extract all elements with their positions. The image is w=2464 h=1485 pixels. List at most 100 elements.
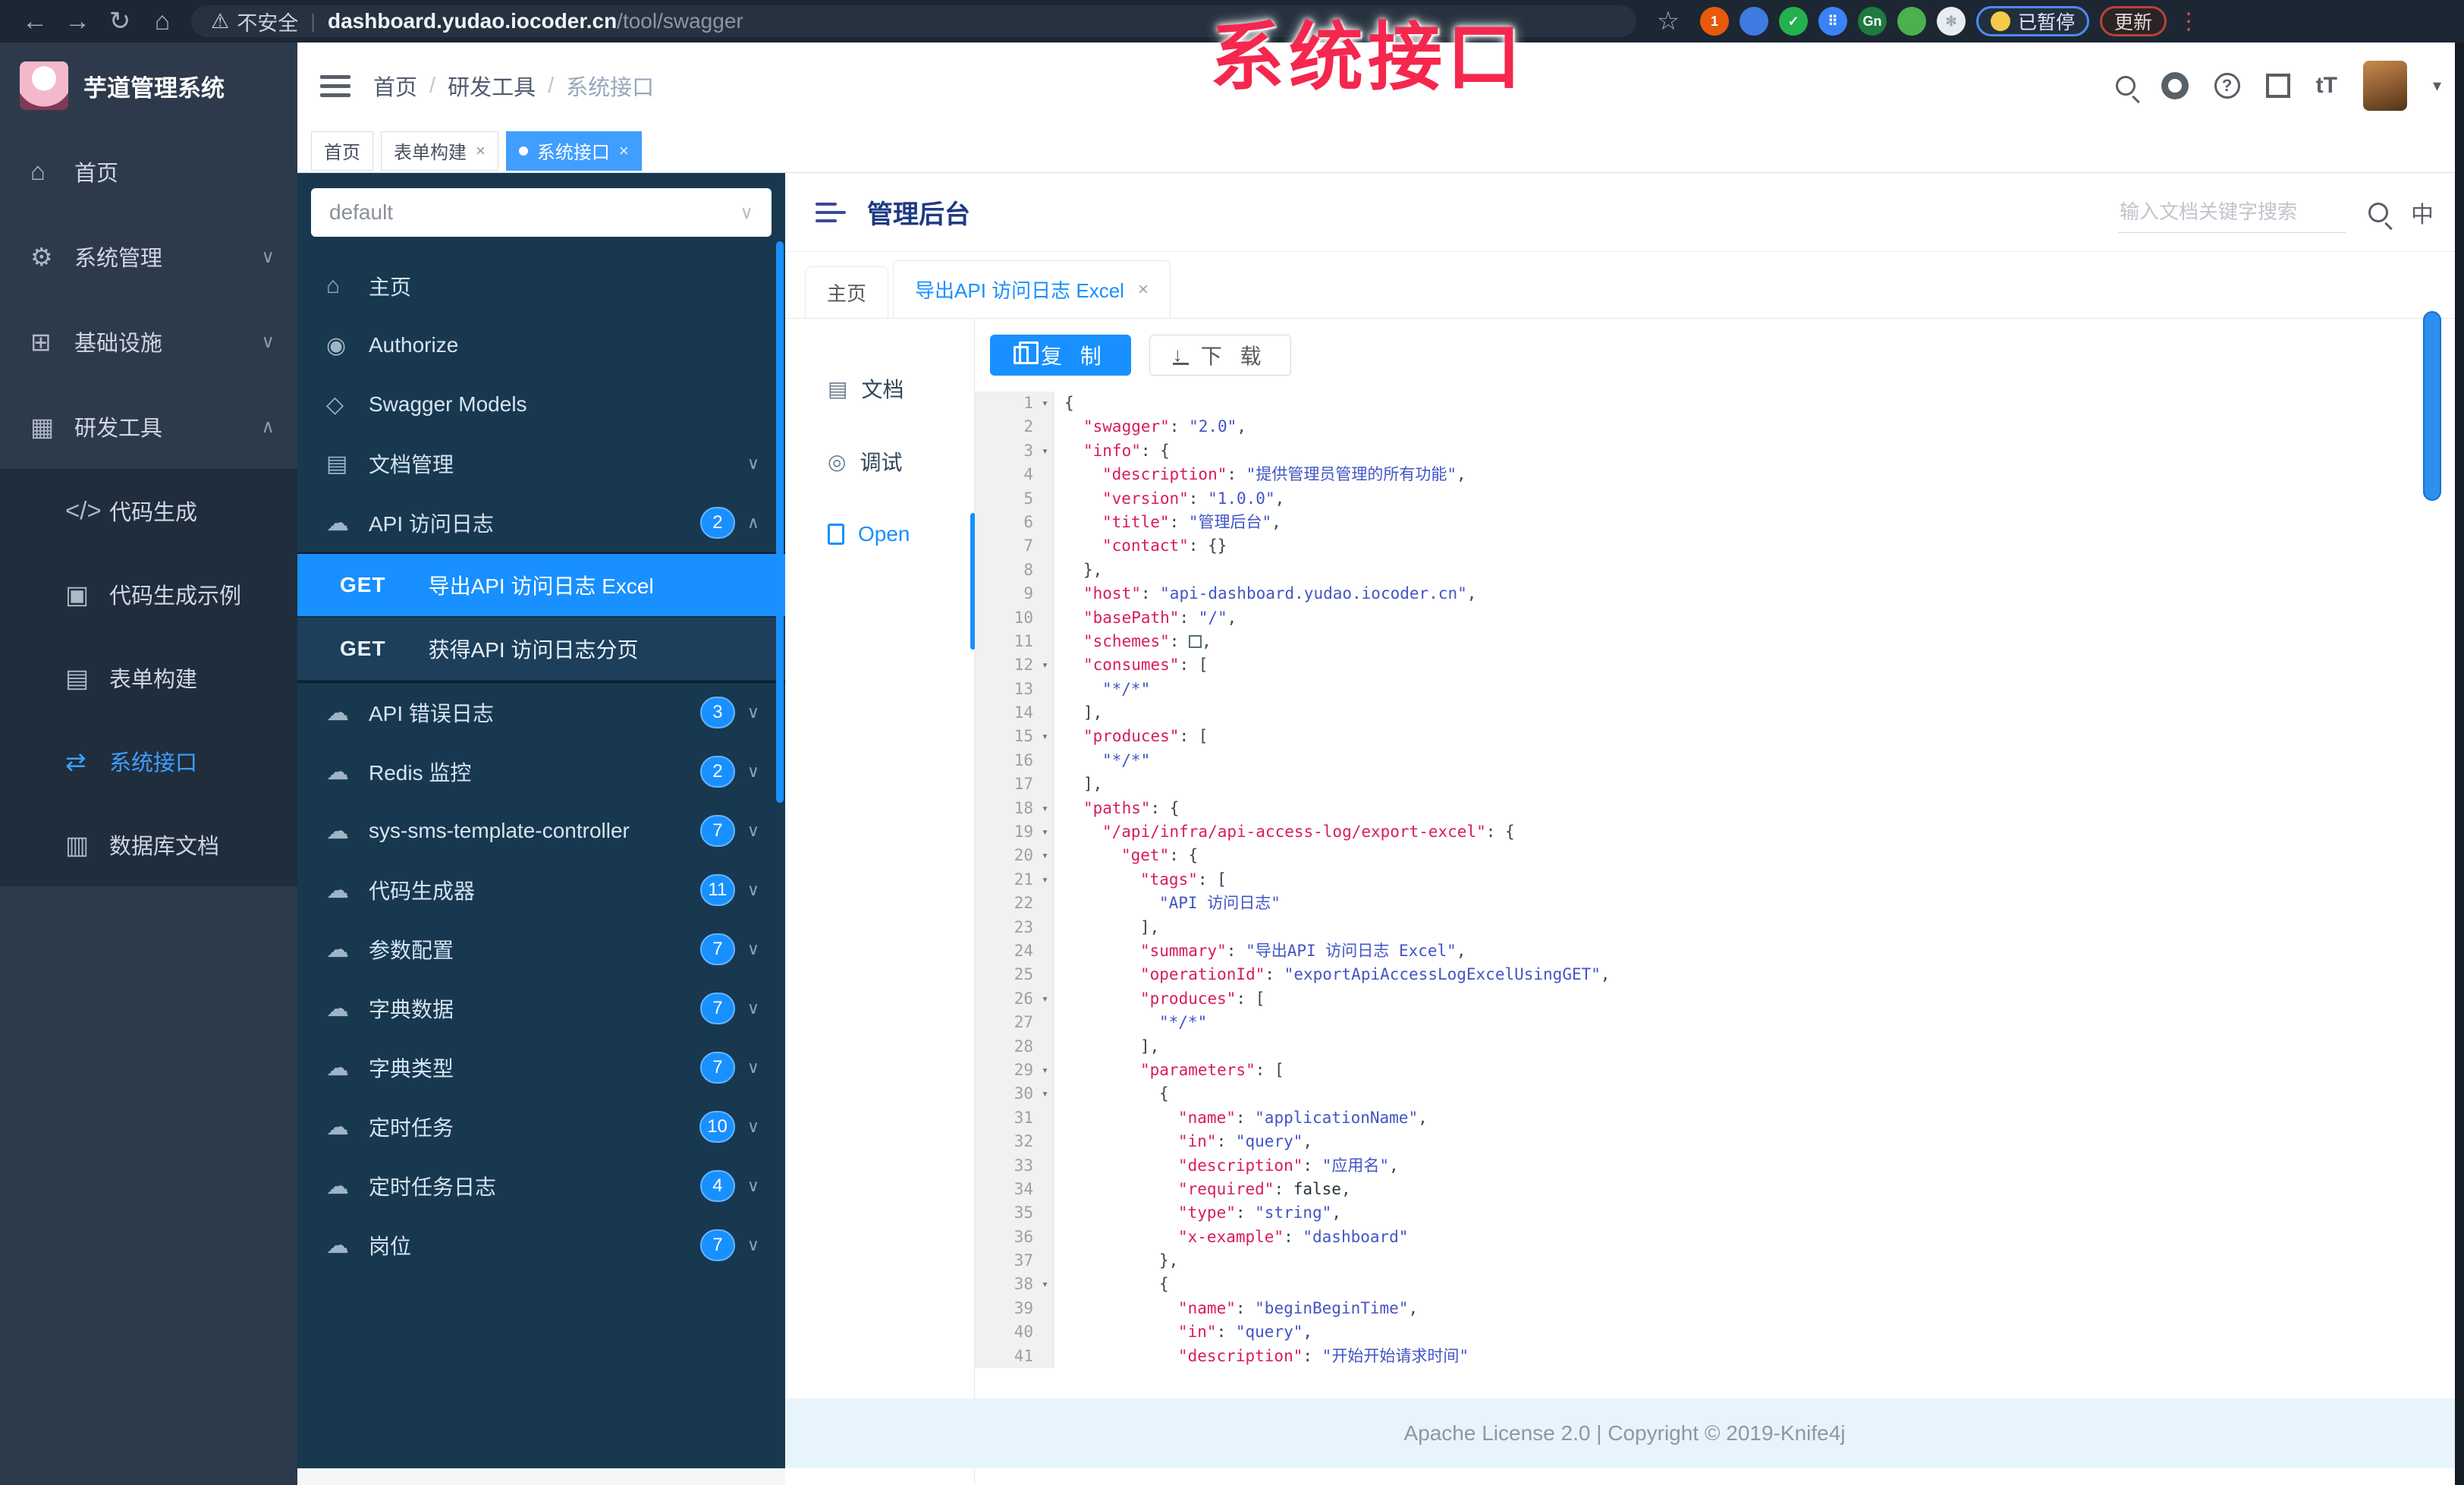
- swagger-menu-item[interactable]: ☁ 代码生成器 11 ∨: [297, 860, 785, 920]
- swagger-menu-item[interactable]: ☁ sys-sms-template-controller 7 ∨: [297, 801, 785, 860]
- menu-collapse-icon[interactable]: [816, 202, 846, 223]
- reload-icon[interactable]: ↻: [99, 6, 141, 36]
- swagger-menu-item[interactable]: ☁ API 访问日志 2 ∧: [297, 493, 785, 552]
- fold-icon[interactable]: ▾: [1042, 844, 1048, 867]
- sidebar-subitem[interactable]: </> 代码生成: [0, 469, 297, 552]
- copy-button[interactable]: 复 制: [990, 335, 1131, 376]
- side-tab-open[interactable]: Open: [785, 498, 974, 571]
- line-number[interactable]: 39: [975, 1296, 1054, 1321]
- line-number[interactable]: 12 ▾: [975, 653, 1054, 678]
- line-number[interactable]: 40: [975, 1320, 1054, 1345]
- line-number[interactable]: 4: [975, 463, 1054, 487]
- search-icon[interactable]: [2115, 76, 2136, 96]
- line-number[interactable]: 38 ▾: [975, 1273, 1054, 1297]
- line-number[interactable]: 1 ▾: [975, 392, 1054, 416]
- line-number[interactable]: 27: [975, 1011, 1054, 1035]
- line-number[interactable]: 34: [975, 1177, 1054, 1202]
- security-label[interactable]: 不安全: [237, 7, 298, 36]
- api-endpoint-item[interactable]: GET 获得API 访问日志分页: [297, 618, 785, 681]
- forward-icon[interactable]: →: [56, 7, 99, 36]
- line-number[interactable]: 18 ▾: [975, 796, 1054, 821]
- user-avatar[interactable]: [2362, 61, 2407, 111]
- tab-close-icon[interactable]: ×: [1138, 279, 1149, 300]
- api-group-select[interactable]: default ∨: [311, 188, 772, 237]
- fold-icon[interactable]: ▾: [1042, 820, 1048, 844]
- line-number[interactable]: 22: [975, 892, 1054, 916]
- breadcrumb-item[interactable]: 首页: [373, 70, 417, 102]
- address-bar[interactable]: ⚠ 不安全 | dashboard.yudao.iocoder.cn /tool…: [191, 5, 1636, 37]
- fold-icon[interactable]: ▾: [1042, 1082, 1048, 1106]
- line-number[interactable]: 10: [975, 606, 1054, 630]
- line-number[interactable]: 30 ▾: [975, 1082, 1054, 1106]
- browser-menu-icon[interactable]: ⋮: [2177, 8, 2200, 35]
- line-number[interactable]: 35: [975, 1201, 1054, 1225]
- side-tab-文档[interactable]: ▤ 文档: [785, 352, 974, 425]
- api-endpoint-item[interactable]: GET 导出API 访问日志 Excel: [297, 554, 785, 618]
- line-number[interactable]: 14: [975, 701, 1054, 725]
- line-number[interactable]: 19 ▾: [975, 820, 1054, 845]
- extension-icon-5[interactable]: Gn: [1858, 7, 1887, 36]
- line-number[interactable]: 15 ▾: [975, 725, 1054, 749]
- home-icon[interactable]: ⌂: [141, 7, 184, 36]
- line-number[interactable]: 13: [975, 677, 1054, 702]
- sidebar-subitem[interactable]: ▤ 表单构建: [0, 636, 297, 719]
- line-number[interactable]: 25: [975, 963, 1054, 987]
- line-number[interactable]: 36: [975, 1225, 1054, 1250]
- extension-icon-3[interactable]: ✓: [1779, 7, 1808, 36]
- sidebar-scrollbar-thumb[interactable]: [776, 241, 784, 803]
- line-number[interactable]: 21 ▾: [975, 867, 1054, 892]
- sidebar-subitem[interactable]: ▥ 数据库文档: [0, 803, 297, 886]
- swagger-menu-item[interactable]: ☁ Redis 监控 2 ∨: [297, 742, 785, 801]
- fold-icon[interactable]: ▾: [1042, 1273, 1048, 1296]
- line-number[interactable]: 41: [975, 1344, 1054, 1369]
- sidebar-subitem[interactable]: ▣ 代码生成示例: [0, 552, 297, 636]
- line-number[interactable]: 37: [975, 1249, 1054, 1273]
- line-number[interactable]: 11: [975, 629, 1054, 654]
- code-editor[interactable]: 1 ▾{2 "swagger": "2.0", 3 ▾ "info": {4 "descri…: [975, 392, 2464, 1485]
- line-number[interactable]: 32: [975, 1130, 1054, 1154]
- tag-close-icon[interactable]: ×: [476, 141, 486, 161]
- swagger-menu-item[interactable]: ☁ 定时任务日志 4 ∨: [297, 1156, 785, 1216]
- app-logo[interactable]: 芋道管理系统: [0, 42, 297, 129]
- extension-icon-1[interactable]: 1: [1700, 7, 1729, 36]
- line-number[interactable]: 24: [975, 939, 1054, 964]
- tag-item[interactable]: 表单构建 ×: [381, 131, 498, 171]
- line-number[interactable]: 2: [975, 415, 1054, 439]
- doc-tab[interactable]: 导出API 访问日志 Excel ×: [893, 260, 1171, 318]
- user-menu-caret-icon[interactable]: ▾: [2433, 76, 2441, 96]
- line-number[interactable]: 6: [975, 510, 1054, 535]
- extension-icon-4[interactable]: ⠿: [1818, 7, 1847, 36]
- line-number[interactable]: 20 ▾: [975, 844, 1054, 868]
- fold-icon[interactable]: ▾: [1042, 439, 1048, 463]
- swagger-menu-item[interactable]: ◉ Authorize: [297, 316, 785, 375]
- fullscreen-icon[interactable]: [2265, 74, 2290, 98]
- help-icon[interactable]: ?: [2214, 73, 2240, 99]
- sidebar-item[interactable]: ▦ 研发工具 ∧: [0, 384, 297, 469]
- swagger-menu-item[interactable]: ☁ 字典类型 7 ∨: [297, 1038, 785, 1097]
- fold-icon[interactable]: ▾: [1042, 725, 1048, 748]
- doc-search-input[interactable]: 输入文档关键字搜索: [2118, 192, 2346, 233]
- doc-tab[interactable]: 主页: [805, 266, 889, 318]
- tag-close-icon[interactable]: ×: [619, 141, 629, 161]
- github-icon[interactable]: [2161, 72, 2189, 99]
- fold-icon[interactable]: ▾: [1042, 653, 1048, 677]
- sidebar-item[interactable]: ⌂ 首页: [0, 129, 297, 214]
- swagger-menu-item[interactable]: ☁ 参数配置 7 ∨: [297, 920, 785, 979]
- swagger-menu-item[interactable]: ⌂ 主页: [297, 256, 785, 316]
- fold-icon[interactable]: ▾: [1042, 987, 1048, 1011]
- extension-icon-6[interactable]: [1897, 7, 1926, 36]
- update-button[interactable]: 更新: [2100, 6, 2167, 36]
- tag-active[interactable]: 系统接口 ×: [505, 131, 642, 171]
- sidebar-subitem[interactable]: ⇄ 系统接口: [0, 719, 297, 803]
- line-number[interactable]: 9: [975, 582, 1054, 606]
- swagger-menu-item[interactable]: ☁ 岗位 7 ∨: [297, 1216, 785, 1275]
- doc-search-icon[interactable]: [2368, 202, 2388, 222]
- line-number[interactable]: 5: [975, 486, 1054, 511]
- download-button[interactable]: ↓ 下 载: [1149, 335, 1291, 376]
- language-icon[interactable]: 中: [2411, 196, 2434, 229]
- tag-item[interactable]: 首页: [311, 131, 373, 171]
- line-number[interactable]: 28: [975, 1034, 1054, 1059]
- fold-icon[interactable]: ▾: [1042, 868, 1048, 892]
- swagger-menu-item[interactable]: ◇ Swagger Models: [297, 375, 785, 434]
- line-number[interactable]: 29 ▾: [975, 1058, 1054, 1083]
